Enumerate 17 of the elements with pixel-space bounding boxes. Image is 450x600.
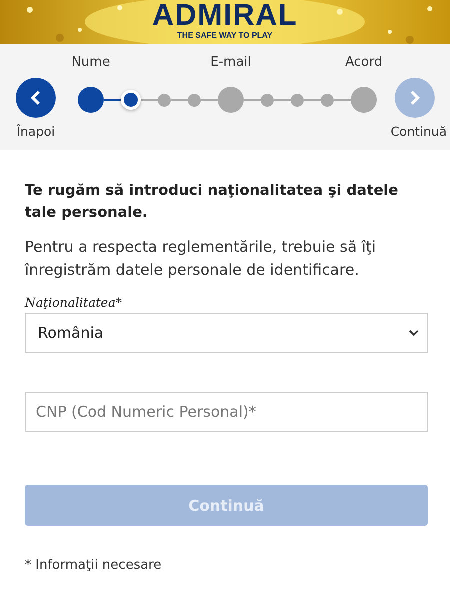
chevron-right-icon [409, 90, 421, 106]
form-intro: Pentru a respecta reglementările, trebuie să îţi înregistrăm datele personale de identificare. [25, 237, 378, 281]
step-label: Acord [345, 55, 383, 70]
step-label: Nume [72, 55, 110, 70]
next-label: Continuă [390, 124, 447, 139]
form-heading: Te rugăm să introduci naţionalitatea şi datele tale personale. [25, 182, 400, 223]
cnp-input[interactable]: CNP (Cod Numeric Personal)* [25, 392, 428, 432]
logo-tagline: THE SAFE WAY TO PLAY [177, 31, 273, 41]
chevron-down-icon [409, 330, 419, 336]
nationality-label: Naţionalitatea* [25, 295, 124, 310]
chevron-left-icon [30, 90, 42, 106]
back-label: Înapoi [16, 124, 56, 139]
back-button[interactable] [16, 78, 56, 118]
logo-wordmark: ADMIRAL [152, 1, 298, 31]
nationality-select[interactable]: România [25, 313, 428, 353]
step-label: E-mail [210, 55, 252, 70]
required-note: * Informaţii necesare [25, 558, 163, 573]
